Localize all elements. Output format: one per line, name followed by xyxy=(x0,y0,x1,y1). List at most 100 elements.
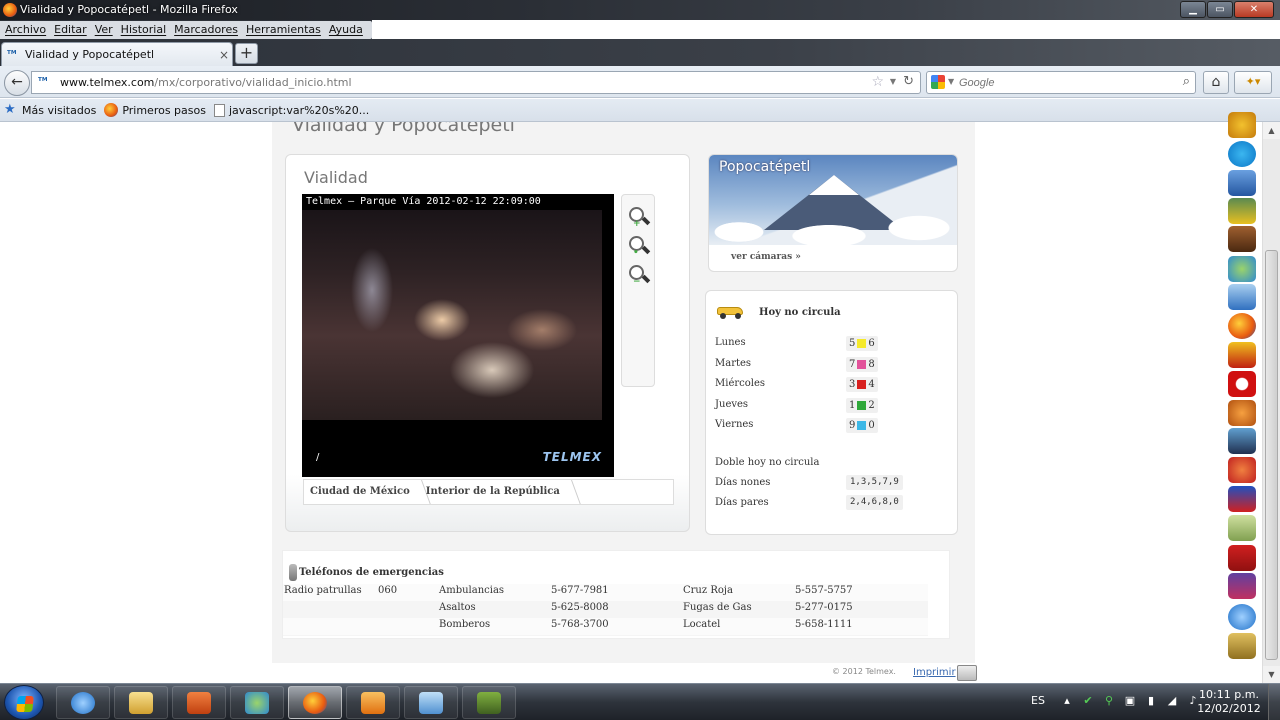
google-engine-icon[interactable] xyxy=(931,75,945,89)
zoom-reset-icon[interactable]: • xyxy=(627,234,651,258)
close-window-button[interactable]: ✕ xyxy=(1234,1,1274,18)
table-cell: 5-557-5757 xyxy=(795,585,853,596)
maximize-button[interactable]: ▭ xyxy=(1207,1,1233,18)
menu-historial[interactable]: Historial xyxy=(118,23,169,36)
lips-icon[interactable] xyxy=(1228,371,1256,397)
menu-marcadores[interactable]: Marcadores xyxy=(171,23,241,36)
window-title: Vialidad y Popocatépetl - Mozilla Firefo… xyxy=(20,3,238,16)
winrar-icon[interactable] xyxy=(1228,573,1256,599)
menu-herramientas[interactable]: Herramientas xyxy=(243,23,324,36)
day-label: Lunes xyxy=(715,337,746,348)
bookmark-primeros-pasos[interactable]: Primeros pasos xyxy=(104,103,206,117)
tray-expand-icon[interactable]: ▴ xyxy=(1060,694,1074,708)
menu-ver[interactable]: Ver xyxy=(92,23,116,36)
popocatepetl-panel[interactable]: Popocatépetl ver cámaras » xyxy=(708,154,958,272)
document-icon[interactable] xyxy=(1228,515,1256,541)
internet-explorer-icon[interactable] xyxy=(1228,604,1256,630)
table-cell: 5-768-3700 xyxy=(551,619,609,630)
tray-antenna-icon[interactable]: ⚲ xyxy=(1102,694,1116,708)
scroll-down-icon[interactable]: ▼ xyxy=(1263,666,1280,683)
table-cell: Locatel xyxy=(683,619,721,630)
minimize-button[interactable]: ▁ xyxy=(1180,1,1206,18)
tools-icon[interactable] xyxy=(1228,633,1256,659)
url-bar[interactable]: ᵀᴹ www.telmex.com/mx/corporativo/vialida… xyxy=(31,71,921,94)
bookmark-javascript[interactable]: javascript:var%20s%20... xyxy=(213,103,369,117)
firefox-desktop-icon[interactable] xyxy=(1228,313,1256,339)
emergency-table: Radio patrullas 060 Ambulancias 5-677-79… xyxy=(283,584,928,636)
color-swatch xyxy=(857,421,867,430)
url-dropdown-icon[interactable]: ▼ xyxy=(890,77,896,86)
taskbar-explorer[interactable] xyxy=(114,686,168,719)
menu-editar[interactable]: Editar xyxy=(51,23,90,36)
table-cell: Fugas de Gas xyxy=(683,602,752,613)
tab-vialidad[interactable]: ᵀᴹ Vialidad y Popocatépetl × xyxy=(1,42,233,66)
clock[interactable]: 10:11 p.m. 12/02/2012 xyxy=(1196,688,1262,716)
taskbar-messenger[interactable] xyxy=(230,686,284,719)
taskbar-camtasia[interactable] xyxy=(462,686,516,719)
clock-time: 10:11 p.m. xyxy=(1199,688,1259,701)
start-button[interactable] xyxy=(4,685,44,720)
zoom-in-icon[interactable]: + xyxy=(627,205,651,229)
addon-button[interactable]: ✦▾ xyxy=(1234,71,1272,94)
tab-ciudad-de-mexico[interactable]: Ciudad de México xyxy=(304,480,420,504)
vertical-scrollbar[interactable]: ▲ ▼ xyxy=(1262,122,1280,683)
flash-icon[interactable] xyxy=(1228,545,1256,571)
printer-icon[interactable] xyxy=(957,665,977,681)
language-indicator[interactable]: ES xyxy=(1031,694,1045,707)
taskbar-firefox[interactable] xyxy=(288,686,342,719)
computer-icon[interactable] xyxy=(1228,428,1256,454)
reload-icon[interactable]: ↻ xyxy=(903,74,914,89)
hoy-no-circula-title: Hoy no circula xyxy=(759,307,841,318)
tray-check-icon[interactable]: ✔ xyxy=(1081,694,1095,708)
city-app-icon[interactable] xyxy=(1228,170,1256,196)
ccleaner-icon[interactable] xyxy=(1228,457,1256,483)
most-visited-icon: ★ xyxy=(4,102,16,117)
url-text[interactable]: www.telmex.com/mx/corporativo/vialidad_i… xyxy=(60,76,352,89)
glove-icon[interactable] xyxy=(1228,400,1256,426)
menu-archivo[interactable]: Archivo xyxy=(2,23,49,36)
home-button[interactable]: ⌂ xyxy=(1203,71,1229,94)
back-button[interactable]: ← xyxy=(4,70,30,96)
taskbar-office[interactable] xyxy=(172,686,226,719)
plate-digits: 90 xyxy=(846,418,878,433)
scroll-up-icon[interactable]: ▲ xyxy=(1263,122,1280,139)
table-cell: Bomberos xyxy=(439,619,491,630)
bookmark-mas-visitados[interactable]: ★ Más visitados xyxy=(4,103,96,117)
search-icon[interactable]: ⌕ xyxy=(1183,74,1190,89)
table-cell: Asaltos xyxy=(439,602,476,613)
package-icon[interactable] xyxy=(1228,284,1256,310)
taskbar-ie[interactable] xyxy=(56,686,110,719)
ares-icon[interactable] xyxy=(1228,342,1256,368)
cowboy-icon[interactable] xyxy=(1228,226,1256,252)
headphones-icon[interactable] xyxy=(1228,112,1256,138)
tray-signal-icon[interactable]: ◢ xyxy=(1165,694,1179,708)
menu-ayuda[interactable]: Ayuda xyxy=(326,23,366,36)
tray-network-icon[interactable]: ▣ xyxy=(1123,694,1137,708)
traffic-camera-view[interactable]: Telmex – Parque Vía 2012-02-12 22:09:00 … xyxy=(302,194,614,477)
engine-dropdown-icon[interactable]: ▼ xyxy=(948,77,954,86)
scrollbar-thumb[interactable] xyxy=(1265,250,1278,660)
tab-close-icon[interactable]: × xyxy=(216,48,232,62)
avira-icon[interactable] xyxy=(1228,198,1256,224)
bookmark-star-icon[interactable]: ☆ xyxy=(871,74,884,90)
text-to-speech-icon[interactable] xyxy=(1228,486,1256,512)
messenger-icon[interactable] xyxy=(1228,256,1256,282)
print-link[interactable]: Imprimir xyxy=(913,667,956,678)
search-input[interactable] xyxy=(959,74,1179,91)
tray-battery-icon[interactable]: ▮ xyxy=(1144,694,1158,708)
taskbar-notes[interactable] xyxy=(404,686,458,719)
day-label: Miércoles xyxy=(715,378,766,389)
taskbar-media[interactable] xyxy=(346,686,400,719)
site-identity-icon[interactable]: ᵀᴹ xyxy=(38,77,48,87)
day-label: Jueves xyxy=(715,399,749,410)
skype-icon[interactable] xyxy=(1228,141,1256,167)
zoom-out-icon[interactable]: − xyxy=(627,263,651,287)
tab-title: Vialidad y Popocatépetl xyxy=(25,48,155,61)
copyright: © 2012 Telmex. xyxy=(832,667,896,676)
show-desktop-button[interactable] xyxy=(1268,684,1280,720)
search-bar[interactable]: ▼ ⌕ xyxy=(926,71,1196,94)
new-tab-button[interactable]: + xyxy=(235,43,258,64)
ver-camaras-link[interactable]: ver cámaras » xyxy=(731,252,801,262)
tab-interior-republica[interactable]: Interior de la República xyxy=(420,480,570,504)
location-tabs: Ciudad de México Interior de la Repúblic… xyxy=(303,479,674,505)
